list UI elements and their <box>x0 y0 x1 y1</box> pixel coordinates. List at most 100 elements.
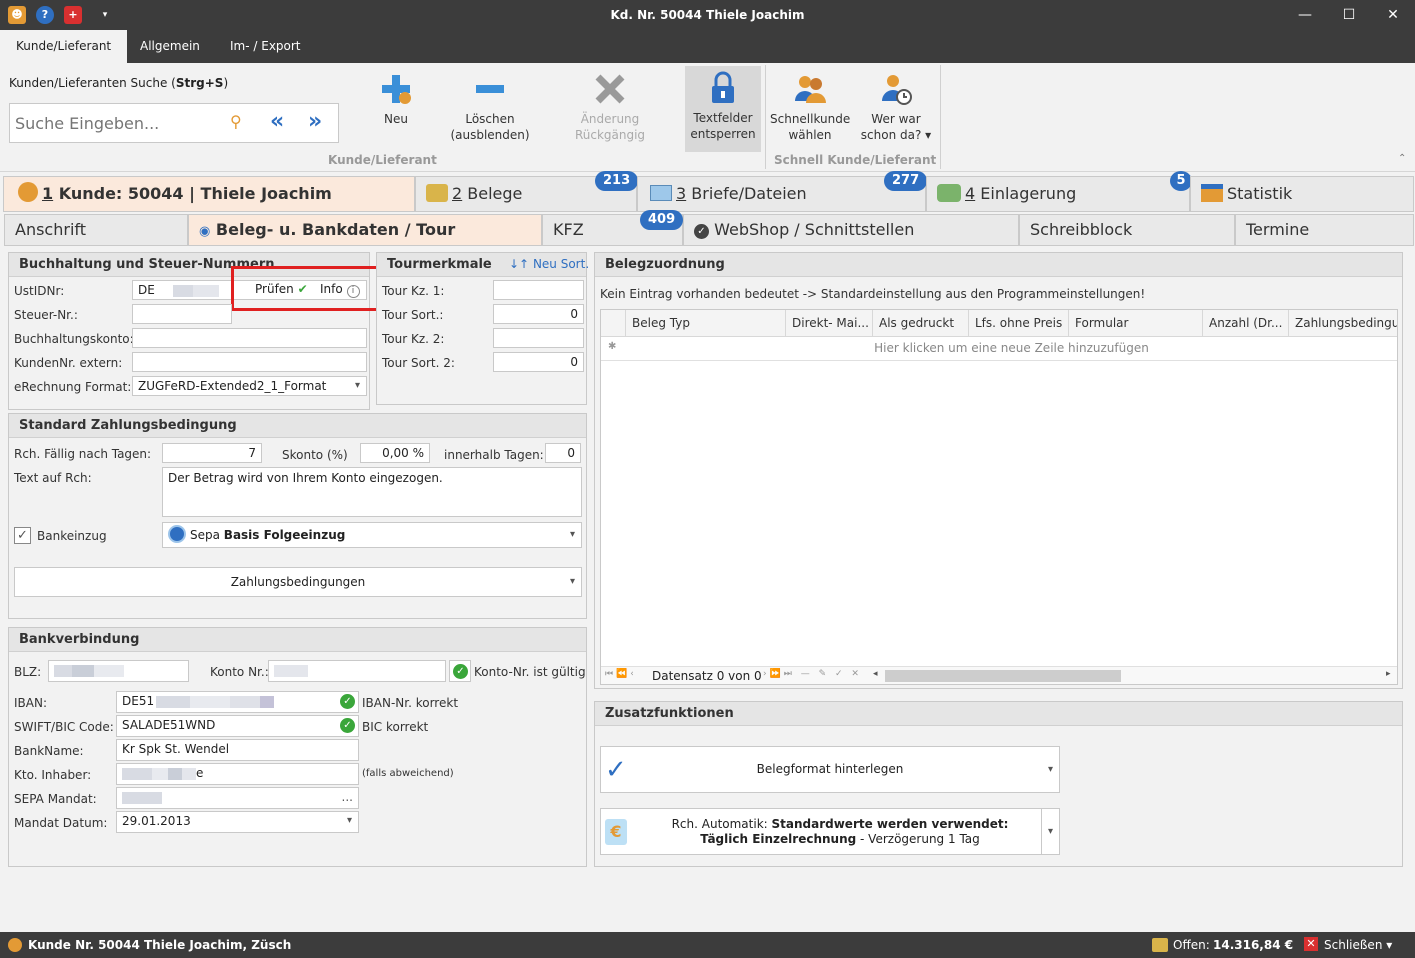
rch-prefix: Rch. Automatik: <box>671 817 772 831</box>
skonto-field[interactable]: 0,00 % <box>360 443 430 463</box>
text-rch-label: Text auf Rch: <box>14 471 92 485</box>
schliessen-button[interactable]: Schließen ▾ <box>1324 938 1392 952</box>
buchhaltungskonto-label: Buchhaltungskonto: <box>14 332 134 346</box>
tab-webshop[interactable]: ✓ WebShop / Schnittstellen <box>683 214 1019 246</box>
tour-kz1-label: Tour Kz. 1: <box>382 284 445 298</box>
nav-first-prev-icons[interactable]: ⏮⏪‹ <box>605 669 637 679</box>
tab-statistik[interactable]: Statistik <box>1190 176 1414 212</box>
maximize-button[interactable]: ☐ <box>1338 4 1360 26</box>
col-lfs-ohne-preis[interactable]: Lfs. ohne Preis <box>969 310 1069 336</box>
sepa-mandat-field[interactable]: ... <box>116 787 359 809</box>
loeschen-label: Löschen <box>465 112 515 126</box>
buchhaltungskonto-field[interactable] <box>132 328 367 348</box>
tab-webshop-label: WebShop / Schnittstellen <box>714 220 915 239</box>
loeschen-button[interactable]: Löschen (ausblenden) <box>446 67 534 151</box>
offen-label: Offen: <box>1173 938 1210 952</box>
group-label-schnell-kunde: Schnell Kunde/Lieferant <box>774 153 937 167</box>
neu-sort-button[interactable]: ↓↑ Neu Sort. <box>509 257 589 271</box>
tab-briefe-dateien[interactable]: 3 Briefe/Dateien <box>637 176 926 212</box>
konto-field[interactable] <box>268 660 446 682</box>
tab-schreibblock[interactable]: Schreibblock <box>1019 214 1235 246</box>
bankname-field[interactable]: Kr Spk St. Wendel <box>116 739 359 761</box>
menu-bar: Kunde/Lieferant Allgemein Im- / Export <box>0 30 1415 63</box>
remove-icon <box>476 85 504 93</box>
col-als-gedruckt[interactable]: Als gedruckt <box>873 310 969 336</box>
aenderung-rueckgaengig-button[interactable]: Änderung Rückgängig <box>545 67 675 151</box>
scroll-right-icon[interactable]: ▸ <box>1386 669 1391 679</box>
col-formular[interactable]: Formular <box>1069 310 1203 336</box>
belegformat-button[interactable]: ✓ Belegformat hinterlegen <box>600 746 1060 793</box>
loeschen-sublabel: (ausblenden) <box>450 128 530 142</box>
ellipsis-button[interactable]: ... <box>342 788 353 806</box>
inhaber-field[interactable]: e <box>116 763 359 785</box>
blz-field[interactable] <box>48 660 189 682</box>
search-icon[interactable]: ⚲ <box>230 112 242 131</box>
menu-tab-allgemein[interactable]: Allgemein <box>124 30 216 63</box>
col-beleg-typ[interactable]: Beleg Typ <box>626 310 786 336</box>
next-record-icon[interactable]: » <box>308 109 322 134</box>
rch-automatik-button[interactable]: € Rch. Automatik: Standardwerte werden v… <box>600 808 1060 855</box>
bankeinzug-checkbox[interactable]: ✓ <box>14 527 31 544</box>
mandat-datum-value: 29.01.2013 <box>122 814 191 828</box>
erechnung-select[interactable]: ZUGFeRD-Extended2_1_Format <box>132 376 367 396</box>
iban-ok-text: IBAN-Nr. korrekt <box>362 696 459 710</box>
steuer-field[interactable] <box>132 304 232 324</box>
close-x-icon[interactable]: ✕ <box>1304 937 1318 951</box>
steuer-label: Steuer-Nr.: <box>14 308 78 322</box>
horizontal-scrollbar-thumb[interactable] <box>885 670 1121 682</box>
euro-document-icon: € <box>605 819 627 845</box>
checkmark-icon: ✓ <box>605 755 627 785</box>
textfelder-entsperren-button[interactable]: Textfelder entsperren <box>685 66 761 152</box>
wer-war-schon-da-button[interactable]: Wer war schon da? ▾ <box>858 67 934 151</box>
tour-sort-label: Tour Sort.: <box>382 308 444 322</box>
zusatz-title: Zusatzfunktionen <box>595 702 1402 726</box>
tour-kz1-field[interactable] <box>493 280 584 300</box>
previous-record-icon[interactable]: « <box>270 109 284 134</box>
tab-briefe-label: Briefe/Dateien <box>686 184 807 203</box>
search-input[interactable] <box>15 112 220 134</box>
tab-einlagerung[interactable]: 4 Einlagerung <box>926 176 1190 212</box>
tab-kunde[interactable]: 1 Kunde: 50044 | Thiele Joachim <box>3 176 415 212</box>
grid-indicator-header <box>601 310 626 336</box>
nav-next-last-icons[interactable]: ›⏩⏭ — ✎ ✓ ✕ <box>763 669 862 679</box>
iban-ok-icon: ✓ <box>340 694 355 709</box>
close-window-button[interactable]: ✕ <box>1382 4 1404 26</box>
kundennr-extern-field[interactable] <box>132 352 367 372</box>
collapse-ribbon-icon[interactable]: ⌃ <box>1398 153 1406 164</box>
inhaber-value-suffix: e <box>196 766 204 780</box>
offen-value: 14.316,84 € <box>1213 938 1294 952</box>
menu-tab-kunde-lieferant[interactable]: Kunde/Lieferant <box>0 30 128 63</box>
grid-header: Beleg Typ Direkt- Mai... Als gedruckt Lf… <box>601 310 1397 337</box>
erechnung-value: ZUGFeRD-Extended2_1_Format <box>138 379 327 393</box>
tab-briefe-number: 3 <box>676 184 687 203</box>
tab-termine[interactable]: Termine <box>1235 214 1414 246</box>
scroll-left-icon[interactable]: ◂ <box>873 669 878 679</box>
schnellkunde-button[interactable]: Schnellkunde wählen <box>770 67 850 151</box>
col-anzahl[interactable]: Anzahl (Dr... <box>1203 310 1289 336</box>
tab-beleg-bankdaten[interactable]: ◉ Beleg- u. Bankdaten / Tour <box>188 214 542 246</box>
neu-button[interactable]: Neu <box>366 67 426 151</box>
menu-tab-im-export[interactable]: Im- / Export <box>214 30 317 63</box>
iban-field[interactable]: DE51 <box>116 691 359 713</box>
rch-automatik-dropdown[interactable]: ▾ <box>1041 809 1059 854</box>
konto-check-button[interactable]: ✓ <box>449 660 471 682</box>
kundennr-extern-label: KundenNr. extern: <box>14 356 123 370</box>
minimize-button[interactable]: — <box>1294 4 1316 26</box>
status-bar: Kunde Nr. 50044 Thiele Joachim, Züsch Of… <box>0 932 1415 958</box>
tab-anschrift[interactable]: Anschrift <box>4 214 188 246</box>
tour-sort-field[interactable]: 0 <box>493 304 584 324</box>
col-zahlungsbedingung[interactable]: Zahlungsbedingun <box>1289 310 1397 336</box>
col-direkt-mail[interactable]: Direkt- Mai... <box>786 310 873 336</box>
sepa-select[interactable]: Sepa Basis Folgeeinzug <box>162 522 582 548</box>
swift-field[interactable]: SALADE51WND <box>116 715 359 737</box>
mandat-datum-field[interactable]: 29.01.2013 <box>116 811 359 833</box>
redacted-value <box>190 695 231 708</box>
zahlungsbedingungen-button[interactable]: Zahlungsbedingungen <box>14 567 582 597</box>
new-row[interactable]: ✱ Hier klicken um eine neue Zeile hinzuz… <box>601 337 1397 361</box>
faellig-field[interactable]: 7 <box>162 443 262 463</box>
innerhalb-field[interactable]: 0 <box>545 443 581 463</box>
tab-belege-label: Belege <box>462 184 523 203</box>
tour-kz2-field[interactable] <box>493 328 584 348</box>
text-rch-field[interactable]: Der Betrag wird von Ihrem Konto eingezog… <box>162 467 582 517</box>
tour-sort2-field[interactable]: 0 <box>493 352 584 372</box>
